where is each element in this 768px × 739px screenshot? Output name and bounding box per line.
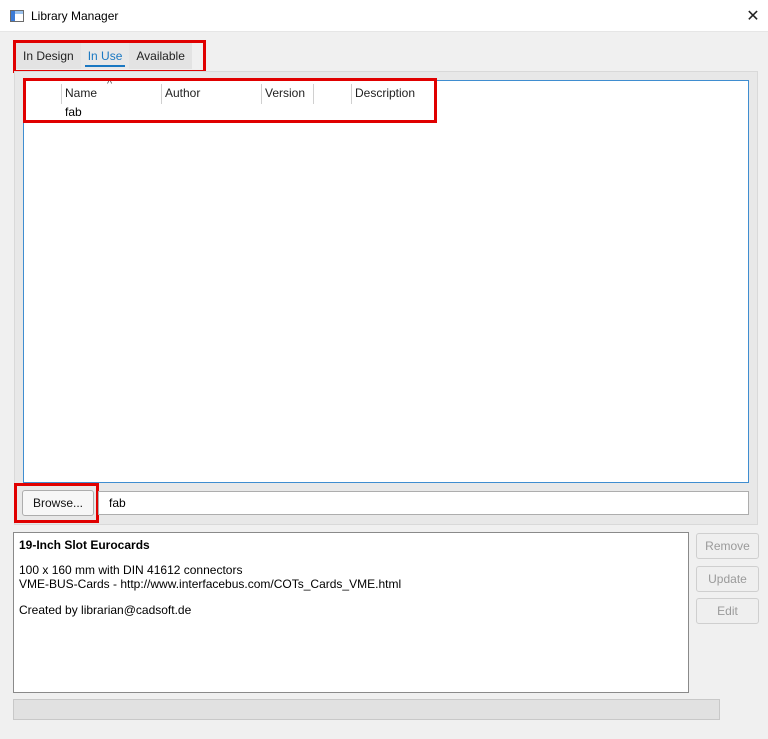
description-title: 19-Inch Slot Eurocards <box>19 538 150 552</box>
description-line: VME-BUS-Cards - http://www.interfacebus.… <box>19 577 402 591</box>
column-divider <box>261 84 262 104</box>
tab-in-use[interactable]: In Use <box>80 43 130 69</box>
column-divider <box>351 84 352 104</box>
table-row-name[interactable]: fab <box>65 105 82 119</box>
column-divider <box>61 84 62 104</box>
window-title: Library Manager <box>31 9 119 23</box>
column-header-description[interactable]: Description <box>355 86 415 100</box>
sort-ascending-icon: ^ <box>107 78 113 90</box>
progress-bar <box>13 699 720 720</box>
column-header-name[interactable]: Name <box>65 86 97 100</box>
tab-available[interactable]: Available <box>129 43 192 69</box>
column-divider <box>161 84 162 104</box>
column-divider <box>313 84 314 104</box>
tab-bar: In Design In Use Available <box>16 43 192 69</box>
close-icon[interactable]: ✕ <box>738 0 768 32</box>
library-description: 19-Inch Slot Eurocards 100 x 160 mm with… <box>13 532 689 693</box>
tab-in-design[interactable]: In Design <box>16 43 81 69</box>
library-path-input[interactable]: fab <box>98 491 749 515</box>
library-table[interactable]: ^ Name Author Version Description fab <box>23 78 749 483</box>
app-window-icon <box>10 10 24 22</box>
title-bar: Library Manager ✕ <box>0 0 768 32</box>
update-button[interactable]: Update <box>696 566 759 592</box>
remove-button[interactable]: Remove <box>696 533 759 559</box>
column-header-author[interactable]: Author <box>165 86 200 100</box>
description-author: Created by librarian@cadsoft.de <box>19 603 192 617</box>
description-line: 100 x 160 mm with DIN 41612 connectors <box>19 563 243 577</box>
browse-button[interactable]: Browse... <box>22 490 94 516</box>
column-header-version[interactable]: Version <box>265 86 305 100</box>
edit-button[interactable]: Edit <box>696 598 759 624</box>
